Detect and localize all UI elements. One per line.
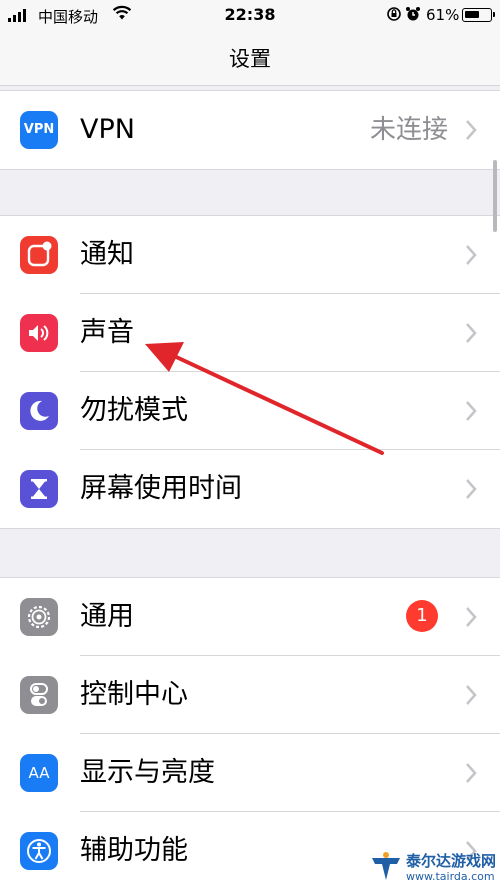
watermark-name: 泰尔达游戏网 [406, 852, 497, 870]
watermark-url: www.tairda.com [406, 870, 495, 883]
watermark-logo-icon [372, 852, 400, 880]
annotation-arrow [145, 342, 384, 455]
watermark: 泰尔达游戏网 www.tairda.com [370, 848, 498, 888]
